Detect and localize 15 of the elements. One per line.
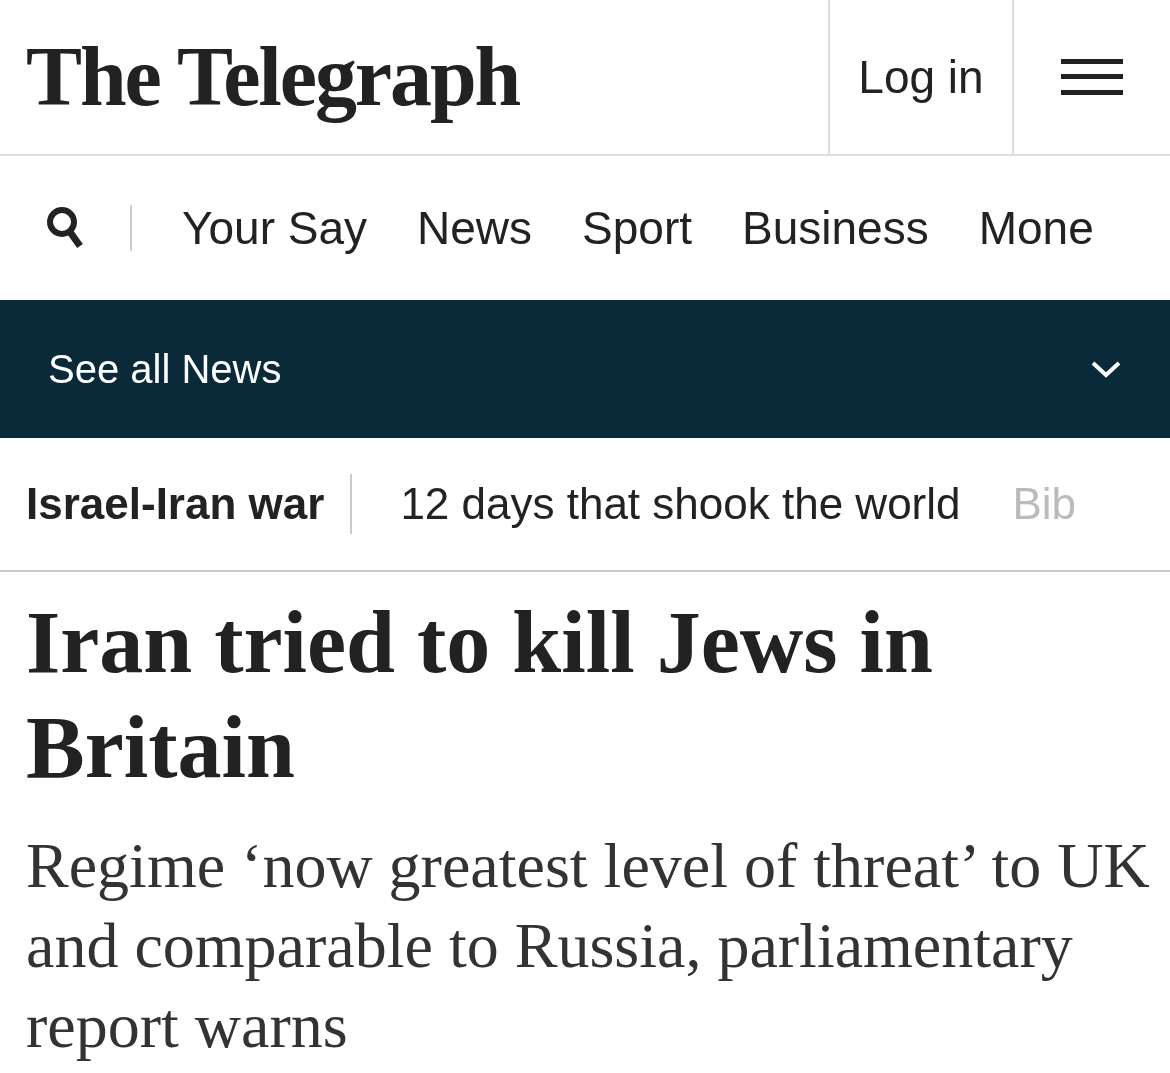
search-button[interactable] bbox=[46, 206, 84, 250]
headline: Iran tried to kill Jews in Britain bbox=[26, 593, 934, 798]
standfirst: Regime ‘now greatest level of threat’ to UK and comparable to Russia, parliamentary report warns bbox=[26, 829, 1151, 1063]
search-icon bbox=[46, 206, 84, 250]
menu-icon bbox=[1061, 57, 1123, 97]
section-label: See all News bbox=[48, 346, 282, 393]
login-button[interactable]: Log in bbox=[828, 0, 1012, 154]
nav-link[interactable]: News bbox=[417, 193, 533, 263]
topic-tag[interactable]: Israel-Iran war bbox=[26, 471, 325, 537]
nav-link[interactable]: Your Say bbox=[182, 193, 367, 263]
topic-link[interactable]: 12 days that shook the world bbox=[400, 471, 961, 537]
nav-link[interactable]: Mone bbox=[978, 193, 1094, 263]
nav-link[interactable]: Business bbox=[742, 193, 929, 263]
section-bar[interactable]: See all News bbox=[0, 300, 1170, 438]
nav-link[interactable]: Sport bbox=[582, 193, 692, 263]
